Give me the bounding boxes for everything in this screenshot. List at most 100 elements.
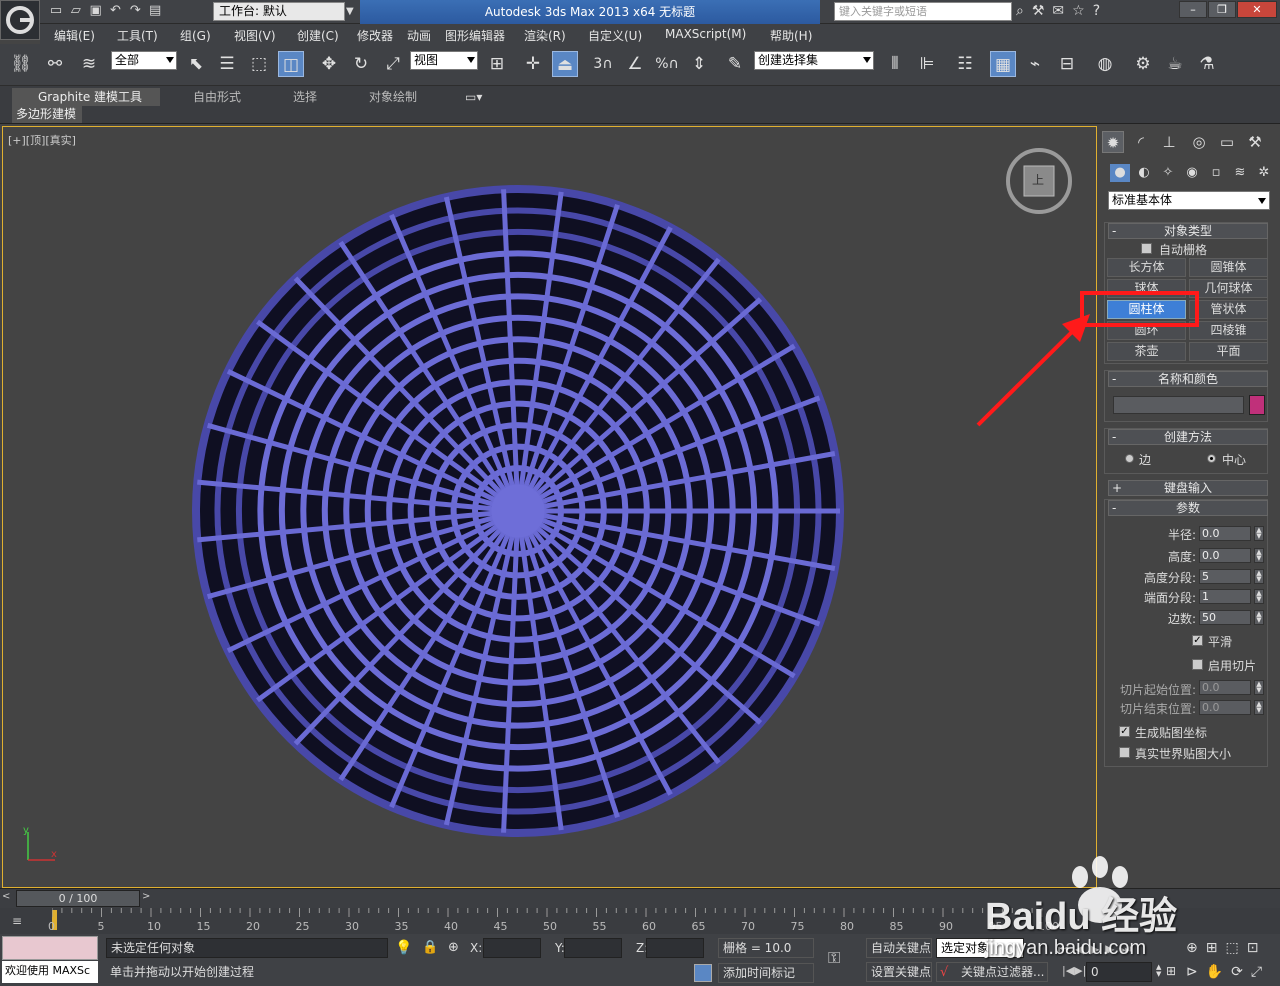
link-icon[interactable]: ⛓ xyxy=(8,51,34,77)
key-icon[interactable]: ⚿ xyxy=(828,948,856,970)
x-coordinate[interactable] xyxy=(483,938,541,958)
percent-snap-icon[interactable]: %∩ xyxy=(654,51,680,77)
undo-icon[interactable]: ↶ xyxy=(107,3,123,19)
ribbon-options-icon[interactable]: ▭▾ xyxy=(465,88,482,106)
viewcube[interactable]: 上 xyxy=(1004,148,1074,214)
menu-rendering[interactable]: 渲染(R) xyxy=(524,27,566,44)
maxscript-listener-mini[interactable] xyxy=(2,936,98,960)
viewport-top[interactable]: [+][顶][真实] y x xyxy=(2,126,1097,888)
modify-tab-icon[interactable]: ◜ xyxy=(1130,131,1152,153)
geosphere-button[interactable]: 几何球体 xyxy=(1189,279,1268,298)
maximize-button[interactable]: ❐ xyxy=(1208,1,1236,18)
time-tag-icon[interactable] xyxy=(694,964,712,982)
new-file-icon[interactable]: ▭ xyxy=(48,3,64,19)
center-radio[interactable] xyxy=(1207,454,1216,463)
height-segments-field[interactable]: 5 xyxy=(1199,569,1251,584)
slice-to-field[interactable]: 0.0 xyxy=(1199,700,1251,715)
align-icon[interactable]: ⊫ xyxy=(914,51,940,77)
rendered-frame-icon[interactable]: ☕ xyxy=(1162,51,1188,77)
app-logo[interactable] xyxy=(0,0,40,40)
teapot-button[interactable]: 茶壶 xyxy=(1107,342,1186,361)
create-tab-icon[interactable]: ✹ xyxy=(1102,131,1124,153)
tab-selection[interactable]: 选择 xyxy=(293,88,317,106)
minimize-button[interactable]: – xyxy=(1179,1,1207,18)
systems-icon[interactable]: ✲ xyxy=(1254,164,1274,182)
material-editor-icon[interactable]: ◍ xyxy=(1092,51,1118,77)
time-prev-icon[interactable]: < xyxy=(2,891,14,906)
name-color-header[interactable]: - 名称和颜色 xyxy=(1108,371,1268,387)
keyboard-entry-header[interactable]: + 键盘输入 xyxy=(1108,480,1268,496)
category-select[interactable]: 标准基本体 xyxy=(1108,191,1270,210)
favorites-icon[interactable]: ☆ xyxy=(1072,3,1093,19)
edit-named-selection-icon[interactable]: ✎ xyxy=(722,51,748,77)
parameters-header[interactable]: - 参数 xyxy=(1108,500,1268,516)
display-tab-icon[interactable]: ▭ xyxy=(1216,131,1238,153)
open-file-icon[interactable]: ▱ xyxy=(68,3,84,19)
slice-from-spinner[interactable]: ▲ ▼ xyxy=(1254,680,1264,695)
cap-segments-spinner[interactable]: ▲ ▼ xyxy=(1254,589,1264,604)
rectangular-selection-icon[interactable]: ⬚ xyxy=(246,51,272,77)
real-world-map-checkbox[interactable] xyxy=(1119,747,1130,758)
graphite-toggle-icon[interactable]: ▦ xyxy=(990,51,1016,77)
unlink-icon[interactable]: ⚯ xyxy=(42,51,68,77)
radius-spinner[interactable]: ▲ ▼ xyxy=(1254,526,1264,541)
tab-freeform[interactable]: 自由形式 xyxy=(193,88,241,106)
time-slider[interactable]: 0 / 100 xyxy=(16,890,140,907)
box-button[interactable]: 长方体 xyxy=(1107,258,1186,277)
workspace-select[interactable]: 工作台: 默认 xyxy=(213,2,345,21)
pyramid-button[interactable]: 四棱锥 xyxy=(1189,321,1268,340)
select-scale-icon[interactable]: ⤢ xyxy=(380,51,406,77)
workspace-dropdown-icon[interactable]: ▼ xyxy=(346,2,356,21)
auto-grid-checkbox[interactable] xyxy=(1141,243,1152,254)
snaps-toggle-icon[interactable]: 3∩ xyxy=(590,51,616,77)
redo-icon[interactable]: ↷ xyxy=(127,3,143,19)
project-folder-icon[interactable]: ▤ xyxy=(147,3,163,19)
menu-maxscript[interactable]: MAXScript(M) xyxy=(665,27,746,41)
angle-snap-icon[interactable]: ∠ xyxy=(622,51,648,77)
select-rotate-icon[interactable]: ↻ xyxy=(348,51,374,77)
slice-to-spinner[interactable]: ▲ ▼ xyxy=(1254,700,1264,715)
menu-create[interactable]: 创建(C) xyxy=(297,27,339,44)
y-coordinate[interactable] xyxy=(564,938,622,958)
window-crossing-icon[interactable]: ◫ xyxy=(278,51,304,77)
utilities-tab-icon[interactable]: ⚒ xyxy=(1244,131,1266,153)
close-button[interactable]: ✕ xyxy=(1237,1,1277,18)
curve-editor-mini-icon[interactable]: ≡ xyxy=(12,914,30,928)
menu-help[interactable]: 帮助(H) xyxy=(770,27,812,44)
curve-editor-icon[interactable]: ⌁ xyxy=(1022,51,1048,77)
creation-method-header[interactable]: - 创建方法 xyxy=(1108,429,1268,445)
polygon-modeling-panel[interactable]: 多边形建模 xyxy=(12,106,82,123)
hierarchy-tab-icon[interactable]: ⊥ xyxy=(1158,131,1180,153)
set-key-button[interactable]: 设置关键点 xyxy=(866,962,932,982)
pivot-center-icon[interactable]: ⊞ xyxy=(484,51,510,77)
height-segments-spinner[interactable]: ▲ ▼ xyxy=(1254,569,1264,584)
slice-on-checkbox[interactable] xyxy=(1192,659,1203,670)
communication-icon[interactable]: ✉ xyxy=(1052,3,1072,19)
search-input[interactable]: 键入关键字或短语 xyxy=(834,2,1012,21)
mirror-icon[interactable]: ⫴ xyxy=(882,51,908,77)
radius-field[interactable]: 0.0 xyxy=(1199,526,1251,541)
layer-manager-icon[interactable]: ☷ xyxy=(952,51,978,77)
menu-graph-editors[interactable]: 图形编辑器 xyxy=(445,27,505,44)
slice-from-field[interactable]: 0.0 xyxy=(1199,680,1251,695)
menu-modifiers[interactable]: 修改器 xyxy=(357,27,393,44)
object-color-swatch[interactable] xyxy=(1249,395,1265,415)
cameras-icon[interactable]: ◉ xyxy=(1182,164,1202,182)
help-icon[interactable]: ? xyxy=(1093,3,1108,19)
manipulate-icon[interactable]: ✛ xyxy=(520,51,546,77)
lock-icon[interactable]: 🔒 xyxy=(422,940,438,955)
z-coordinate[interactable] xyxy=(646,938,704,958)
isolate-selection-icon[interactable]: 💡 xyxy=(395,940,412,956)
menu-views[interactable]: 视图(V) xyxy=(234,27,276,44)
select-by-name-icon[interactable]: ☰ xyxy=(214,51,240,77)
edge-radio[interactable] xyxy=(1125,454,1134,463)
sides-spinner[interactable]: ▲ ▼ xyxy=(1254,610,1264,625)
render-setup-icon[interactable]: ⚙ xyxy=(1130,51,1156,77)
cylinder-mesh[interactable] xyxy=(3,127,1096,887)
absolute-mode-icon[interactable]: ⊕ xyxy=(448,940,459,955)
add-time-tag[interactable]: 添加时间标记 xyxy=(718,963,814,983)
object-name-input[interactable] xyxy=(1113,396,1244,414)
helpers-icon[interactable]: ▫ xyxy=(1206,164,1226,182)
cap-segments-field[interactable]: 1 xyxy=(1199,589,1251,604)
render-production-icon[interactable]: ⚗ xyxy=(1194,51,1220,77)
